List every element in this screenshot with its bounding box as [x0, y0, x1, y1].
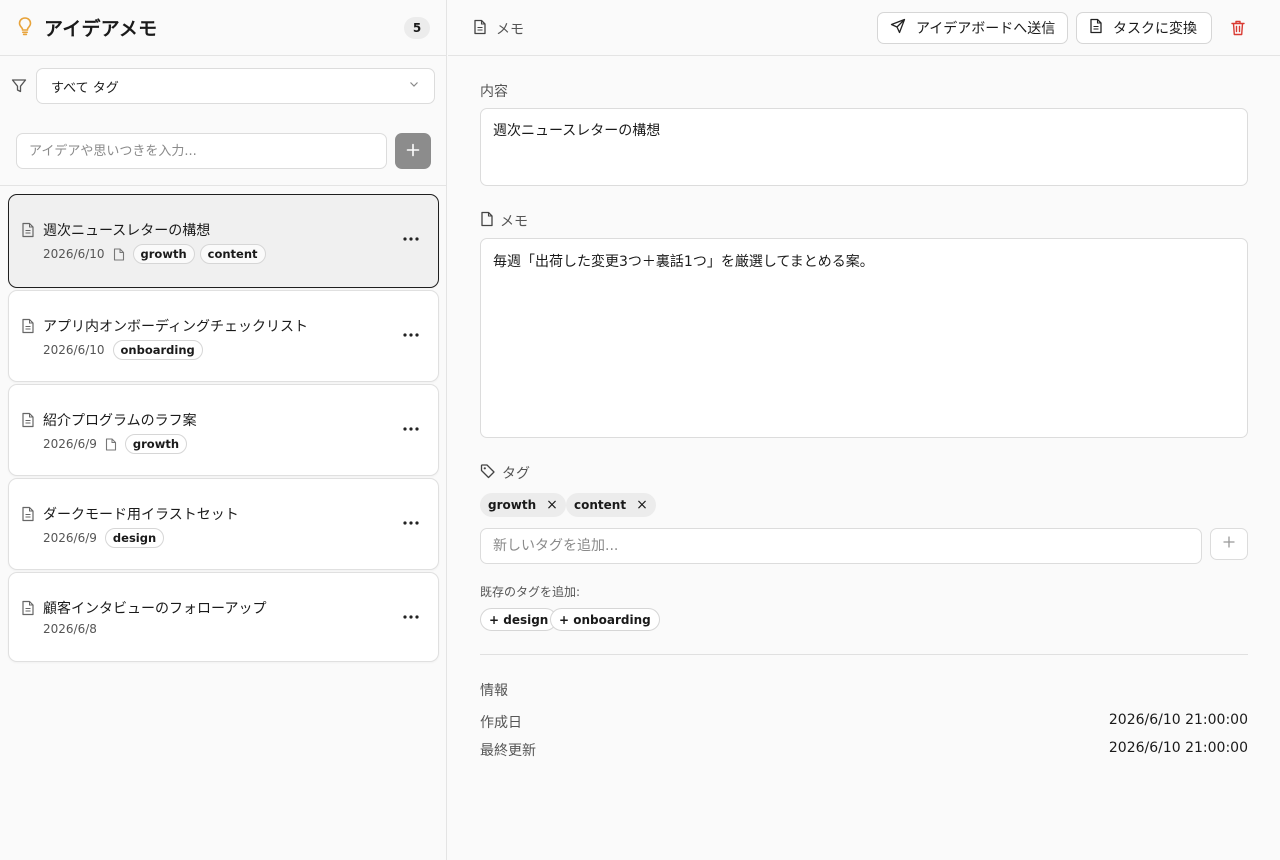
- document-icon: [473, 19, 487, 39]
- idea-count-badge: 5: [404, 16, 430, 39]
- more-options-icon[interactable]: [400, 327, 422, 343]
- remove-tag-icon[interactable]: ×: [546, 497, 558, 513]
- detail-type: メモ: [473, 19, 524, 39]
- tag-filter-select[interactable]: すべて タグ: [36, 68, 435, 104]
- sidebar: アイデアメモ 5 すべて タグ 週次ニュースレターの構想 2026/6/10 gro…: [0, 0, 447, 860]
- created-row: 作成日 2026/6/10 21:00:00: [480, 712, 1248, 732]
- remove-tag-icon[interactable]: ×: [636, 497, 648, 513]
- detail-panel: メモ アイデアボードへ送信 タスクに変換 内容 週次ニュースレターの構想 メモ …: [448, 0, 1280, 860]
- document-icon: [1089, 18, 1103, 38]
- new-idea-input[interactable]: [16, 133, 387, 169]
- idea-card[interactable]: 顧客インタビューのフォローアップ 2026/6/8: [8, 572, 439, 662]
- tags-label: タグ: [480, 463, 530, 483]
- idea-card[interactable]: 週次ニュースレターの構想 2026/6/10 growth content: [8, 194, 439, 288]
- idea-date: 2026/6/10: [43, 247, 105, 261]
- updated-label: 最終更新: [480, 743, 536, 759]
- memo-label-text: メモ: [500, 214, 528, 230]
- updated-row: 最終更新 2026/6/10 21:00:00: [480, 740, 1248, 760]
- chevron-down-icon: [408, 78, 420, 94]
- idea-tag-chip: onboarding: [112, 340, 203, 360]
- document-icon: [21, 318, 35, 338]
- memo-label: メモ: [480, 211, 528, 231]
- document-icon: [21, 222, 35, 242]
- content-label: 内容: [480, 81, 508, 101]
- new-idea-row: [16, 133, 431, 169]
- trash-icon: [1228, 20, 1248, 42]
- content-text: 週次ニュースレターの構想: [493, 123, 661, 139]
- tag-chip-label: growth: [488, 498, 537, 512]
- add-idea-button[interactable]: [395, 133, 431, 169]
- detail-type-label: メモ: [496, 22, 524, 38]
- add-tag-button[interactable]: [1210, 528, 1248, 560]
- detail-header: メモ アイデアボードへ送信 タスクに変換: [448, 0, 1280, 56]
- existing-tag-chip[interactable]: + onboarding: [550, 608, 660, 631]
- idea-meta: 2026/6/10 onboarding: [43, 340, 203, 360]
- memo-indicator-icon: [113, 247, 125, 261]
- tag-chip: content ×: [566, 493, 656, 517]
- tag-icon: [480, 463, 496, 483]
- plus-icon: [1223, 536, 1235, 552]
- idea-card[interactable]: 紹介プログラムのラフ案 2026/6/9 growth: [8, 384, 439, 476]
- convert-to-task-label: タスクに変換: [1113, 21, 1197, 37]
- tags-label-text: タグ: [502, 466, 530, 482]
- more-options-icon[interactable]: [400, 609, 422, 625]
- more-options-icon[interactable]: [400, 231, 422, 247]
- document-icon: [21, 600, 35, 620]
- tag-filter-value: すべて タグ: [51, 80, 119, 96]
- memo-text: 毎週「出荷した変更3つ＋裏話1つ」を厳選してまとめる案。: [493, 254, 874, 270]
- content-label-text: 内容: [480, 84, 508, 100]
- idea-tag-chip: growth: [124, 434, 188, 454]
- idea-title: 顧客インタビューのフォローアップ: [43, 601, 267, 617]
- idea-list: 週次ニュースレターの構想 2026/6/10 growth content アプリ内オン…: [8, 194, 439, 664]
- app-title: アイデアメモ: [44, 18, 158, 40]
- idea-card[interactable]: アプリ内オンボーディングチェックリスト 2026/6/10 onboarding: [8, 290, 439, 382]
- idea-card[interactable]: ダークモード用イラストセット 2026/6/9 design: [8, 478, 439, 570]
- lightbulb-icon: [17, 16, 33, 40]
- idea-title: ダークモード用イラストセット: [43, 507, 239, 523]
- memo-textarea[interactable]: 毎週「出荷した変更3つ＋裏話1つ」を厳選してまとめる案。: [480, 238, 1248, 438]
- filter-row: すべて タグ: [11, 68, 435, 104]
- tag-chip: growth ×: [480, 493, 566, 517]
- idea-tag-chip: growth: [132, 244, 195, 264]
- idea-title: アプリ内オンボーディングチェックリスト: [43, 319, 309, 335]
- delete-button[interactable]: [1228, 18, 1248, 38]
- idea-date: 2026/6/8: [43, 622, 97, 636]
- document-icon: [21, 506, 35, 526]
- file-icon: [480, 211, 494, 231]
- plus-icon: [406, 143, 420, 160]
- memo-indicator-icon: [105, 437, 117, 451]
- new-tag-input[interactable]: [480, 528, 1202, 564]
- idea-title: 週次ニュースレターの構想: [43, 223, 211, 239]
- created-label: 作成日: [480, 715, 522, 731]
- idea-date: 2026/6/10: [43, 343, 105, 357]
- idea-tag-chip: design: [104, 528, 165, 548]
- content-textarea[interactable]: 週次ニュースレターの構想: [480, 108, 1248, 186]
- convert-to-task-button[interactable]: タスクに変換: [1076, 12, 1212, 44]
- send-to-board-button[interactable]: アイデアボードへ送信: [877, 12, 1068, 44]
- idea-date: 2026/6/9: [43, 531, 97, 545]
- idea-title: 紹介プログラムのラフ案: [43, 413, 197, 429]
- sidebar-header: アイデアメモ 5: [0, 0, 446, 56]
- more-options-icon[interactable]: [400, 515, 422, 531]
- existing-tag-chip[interactable]: + design: [480, 608, 558, 631]
- sidebar-divider: [0, 185, 446, 186]
- idea-meta: 2026/6/9 design: [43, 528, 165, 548]
- info-title: 情報: [480, 683, 508, 699]
- idea-meta: 2026/6/8: [43, 622, 100, 636]
- document-icon: [21, 412, 35, 432]
- idea-meta: 2026/6/9 growth: [43, 434, 188, 454]
- send-to-board-label: アイデアボードへ送信: [916, 21, 1056, 37]
- info-divider: [480, 654, 1248, 655]
- more-options-icon[interactable]: [400, 421, 422, 437]
- idea-meta: 2026/6/10 growth content: [43, 244, 266, 264]
- filter-icon: [11, 78, 27, 98]
- send-icon: [890, 18, 906, 38]
- existing-tags-label: 既存のタグを追加:: [480, 585, 581, 599]
- updated-value: 2026/6/10 21:00:00: [1108, 740, 1248, 756]
- created-value: 2026/6/10 21:00:00: [1108, 712, 1248, 728]
- idea-tag-chip: content: [199, 244, 266, 264]
- idea-date: 2026/6/9: [43, 437, 97, 451]
- tag-chip-label: content: [574, 498, 627, 512]
